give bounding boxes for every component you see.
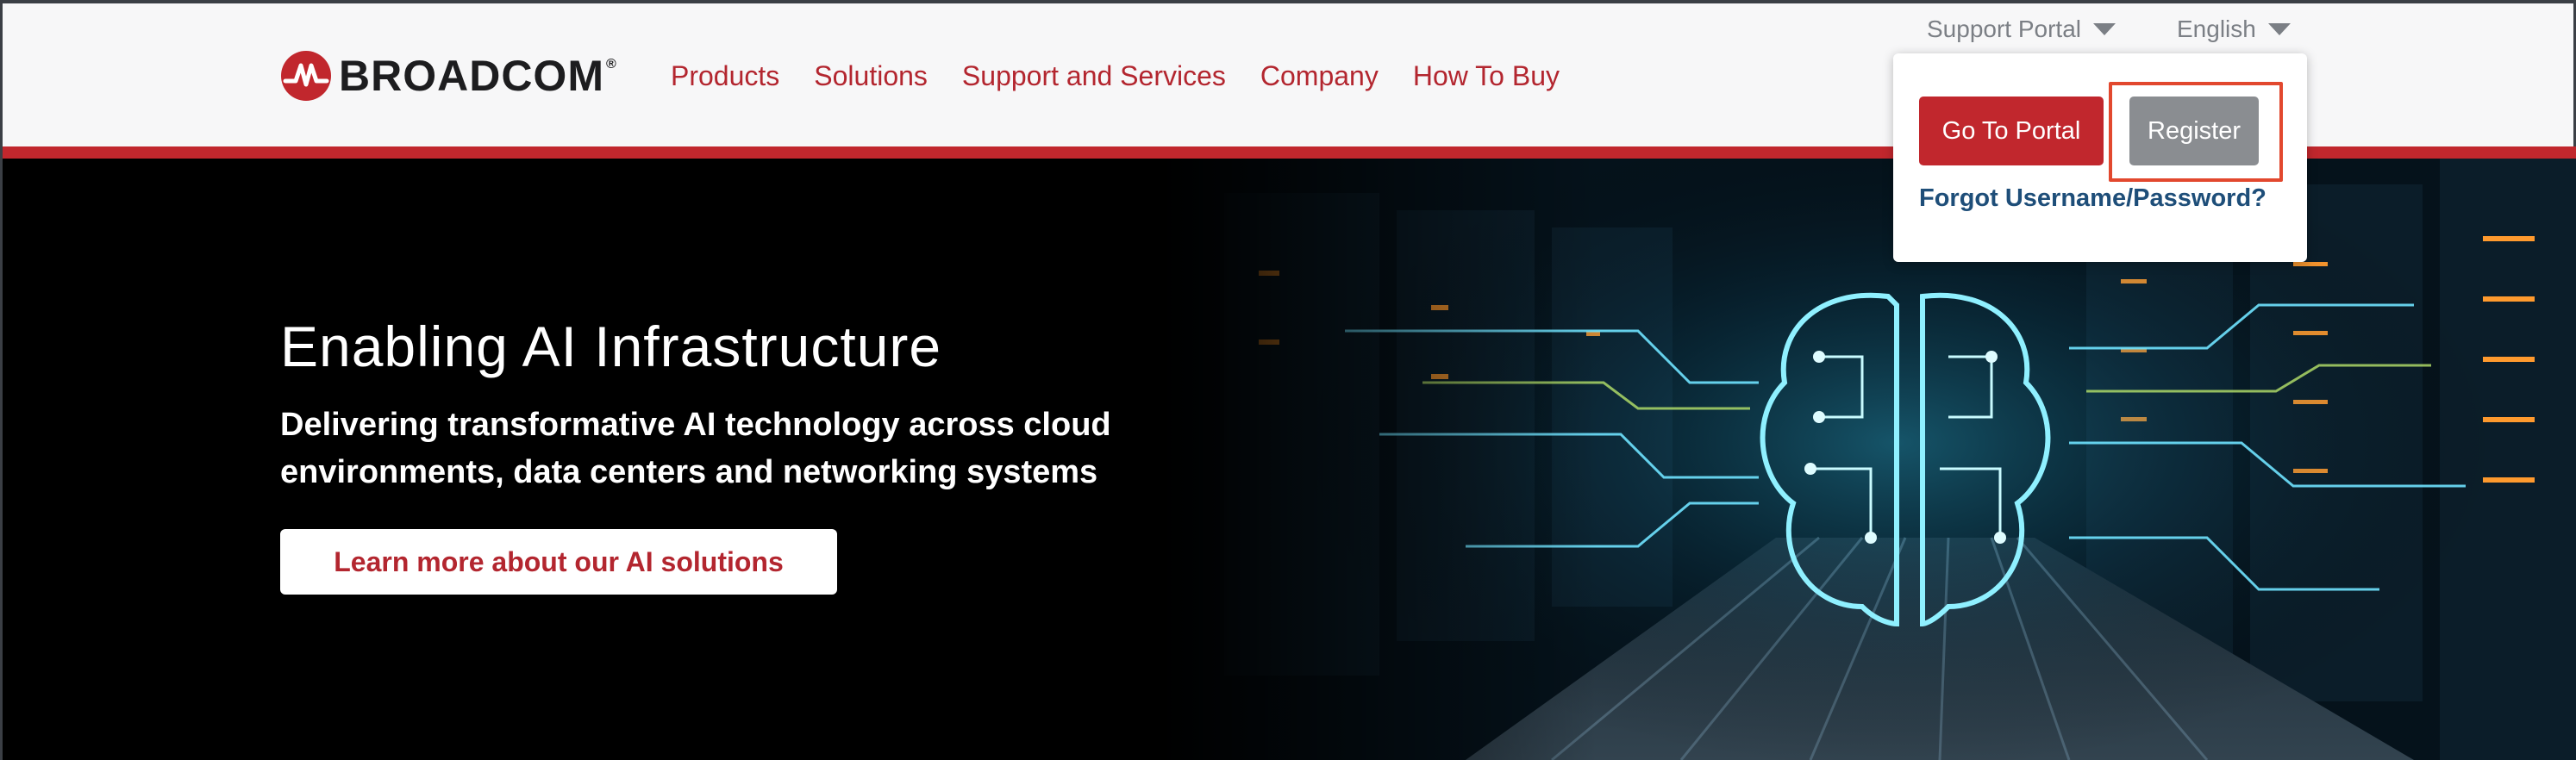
brand-name: BROADCOM	[339, 52, 604, 100]
learn-more-ai-button[interactable]: Learn more about our AI solutions	[280, 529, 837, 595]
chevron-down-icon	[2093, 23, 2116, 35]
broadcom-logo-icon	[281, 51, 331, 101]
forgot-credentials-link[interactable]: Forgot Username/Password?	[1919, 184, 2267, 213]
support-portal-dropdown: Go To Portal Register Forgot Username/Pa…	[1893, 53, 2307, 262]
go-to-portal-button[interactable]: Go To Portal	[1919, 97, 2104, 165]
support-portal-label: Support Portal	[1927, 16, 2081, 42]
hero-subtitle-line-2: environments, data centers and networkin…	[280, 454, 1098, 490]
nav-company[interactable]: Company	[1260, 57, 1379, 95]
page: BROADCOM ® Products Solutions Support an…	[0, 0, 2576, 760]
nav-solutions[interactable]: Solutions	[814, 57, 928, 95]
broadcom-logo[interactable]: BROADCOM ®	[280, 48, 616, 103]
nav-support-and-services[interactable]: Support and Services	[962, 57, 1226, 95]
register-button[interactable]: Register	[2129, 97, 2259, 165]
hero-title: Enabling AI Infrastructure	[280, 315, 942, 378]
nav-how-to-buy[interactable]: How To Buy	[1413, 57, 1560, 95]
language-menu[interactable]: English	[2177, 16, 2291, 43]
registered-mark: ®	[605, 57, 616, 72]
nav-products[interactable]: Products	[671, 57, 779, 95]
hero-subtitle: Delivering transformative AI technology …	[280, 402, 1229, 496]
language-label: English	[2177, 16, 2256, 42]
hero-subtitle-line-1: Delivering transformative AI technology …	[280, 407, 1111, 443]
main-nav: Products Solutions Support and Services …	[671, 57, 1560, 95]
left-window-border	[0, 146, 3, 760]
support-portal-menu[interactable]: Support Portal	[1927, 16, 2116, 43]
chevron-down-icon	[2267, 23, 2291, 35]
